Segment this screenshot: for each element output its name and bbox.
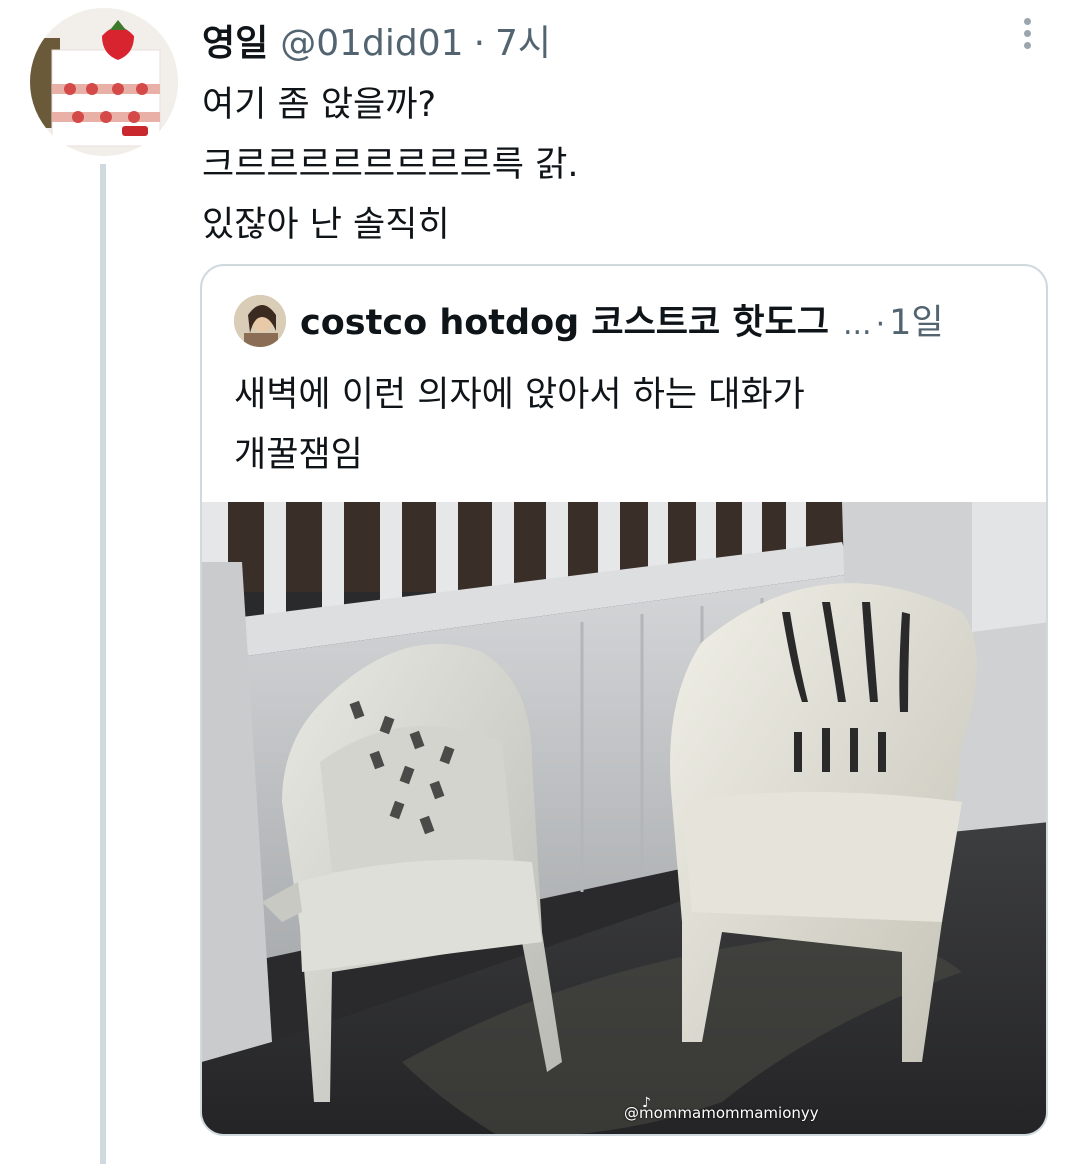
thread-connector-line [100,164,106,1164]
quoted-tweet-time: 1일 [889,303,944,343]
quoted-meta-separator: · [875,307,886,342]
quoted-name-ellipsis: ... [842,307,872,342]
author-handle[interactable]: @01did01 [280,23,463,64]
author-avatar[interactable] [30,8,178,156]
photo-watermark: @mommamommamionyy [624,1104,819,1122]
meta-separator: · [473,23,486,64]
plastic-chairs-photo[interactable]: ♪ [202,502,1048,1136]
quoted-text-line: 개꿀잼임 [234,435,363,475]
tweet-text-line: 여기 좀 앉을까? [202,85,437,125]
tweet-text-line: 크르르르르르르르르륵 갉. [202,145,579,185]
more-vertical-icon[interactable] [1012,18,1042,52]
tweet-text-line: 있잖아 난 솔직히 [202,205,450,245]
quoted-text-line: 새벽에 이런 의자에 앉아서 하는 대화가 [234,375,805,415]
tweet-header: 영일 @01did01 · 7시 [202,14,551,66]
quoted-author-name: costco hotdog 코스트코 핫도그 [300,303,829,343]
quoted-tweet-card[interactable]: costco hotdog 코스트코 핫도그 ... · 1일 새벽에 이런 의… [200,264,1048,1136]
tweet-time[interactable]: 7시 [495,14,551,66]
quoted-author-avatar [234,295,286,347]
quoted-tweet-header: costco hotdog 코스트코 핫도그 ... · 1일 [300,294,944,345]
author-name[interactable]: 영일 [202,14,268,66]
cake-avatar-image [30,8,178,156]
